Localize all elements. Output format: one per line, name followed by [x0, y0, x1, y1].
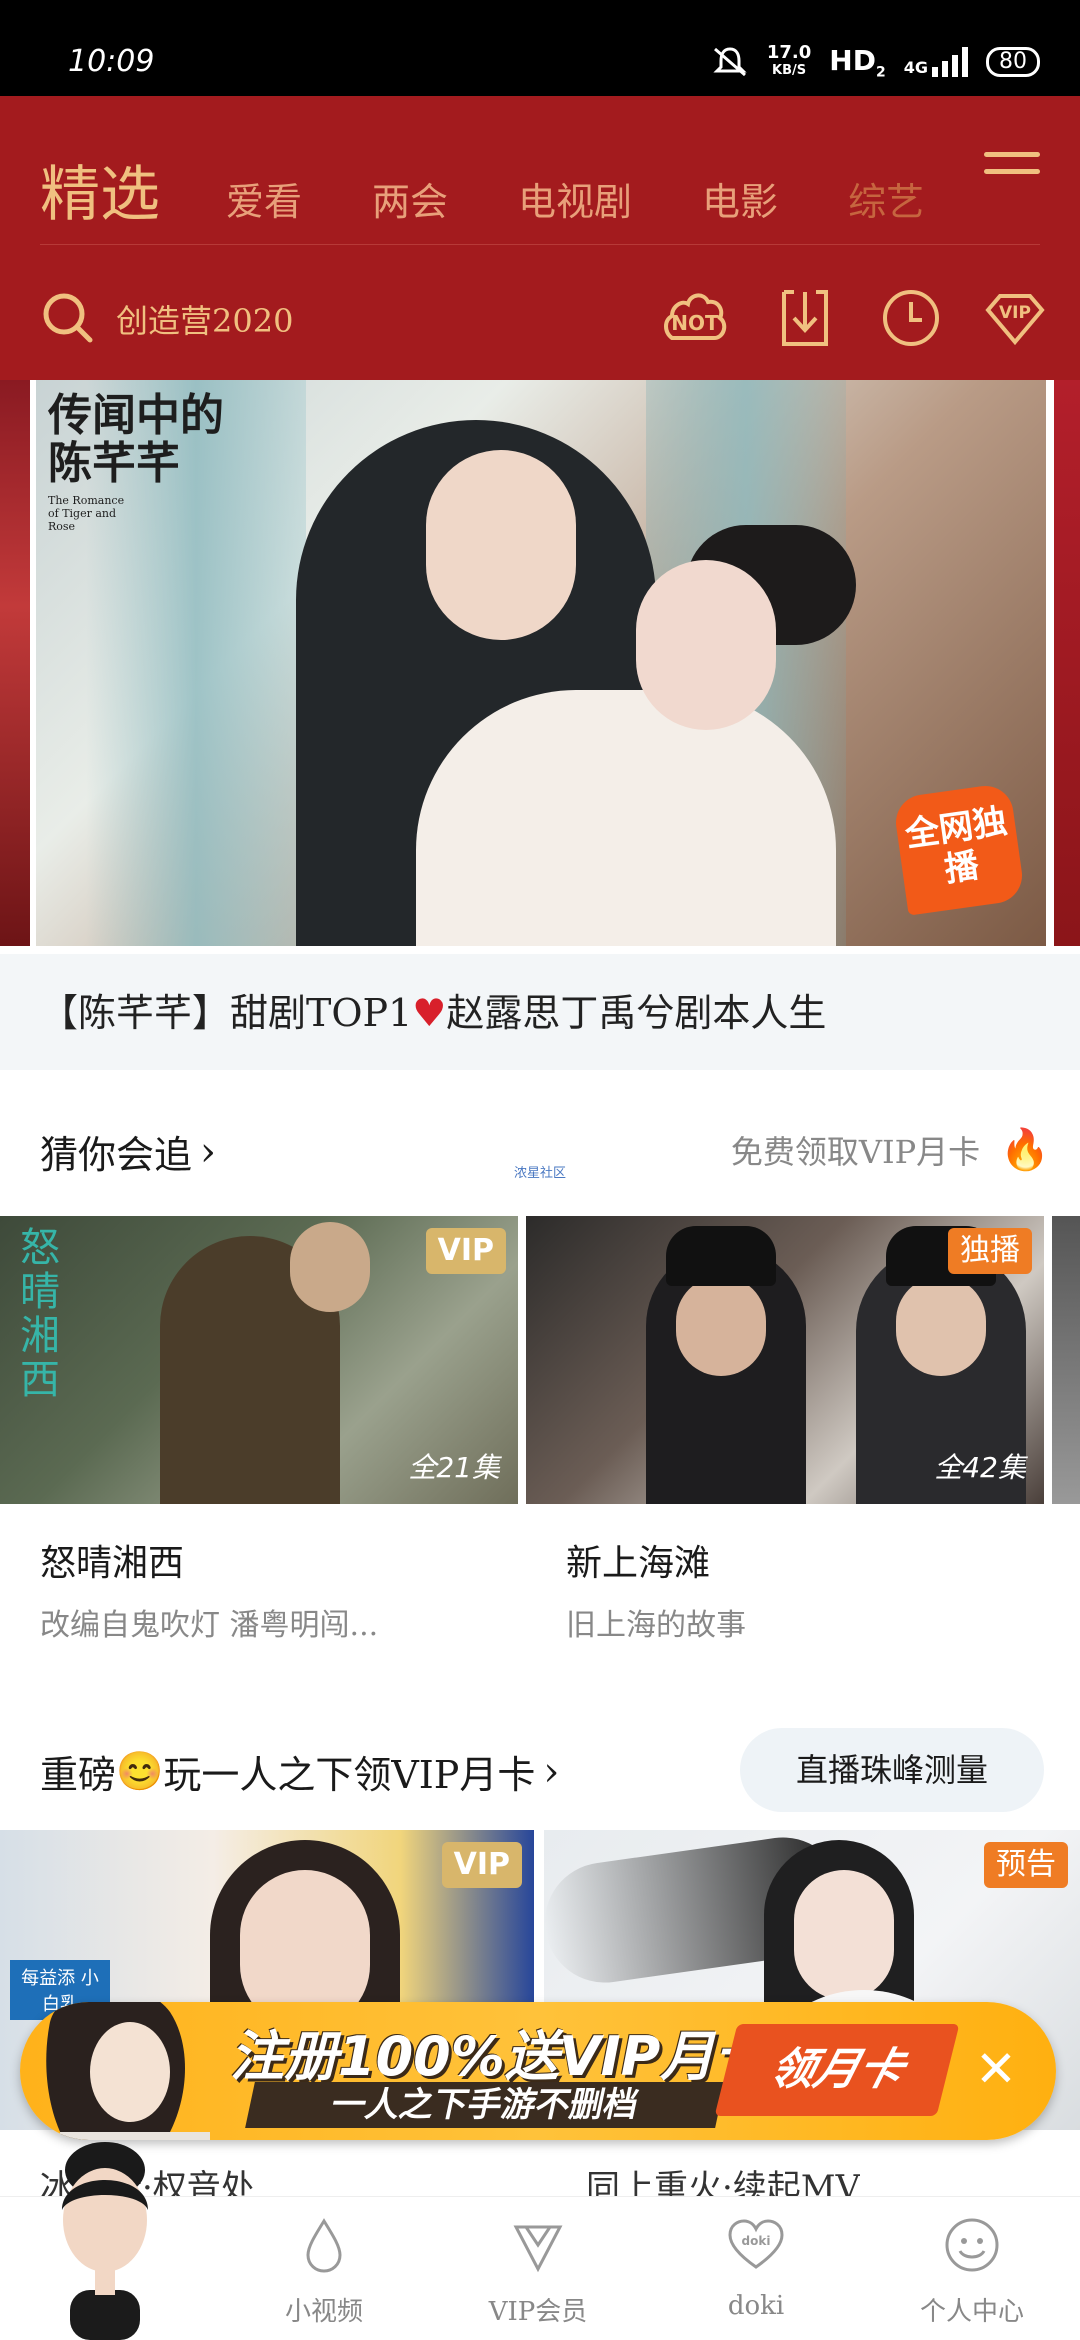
tab-profile[interactable]: 个人中心	[872, 2197, 1072, 2340]
net-speed: 17.0 KB/S	[767, 44, 811, 80]
hero-banner-image[interactable]: 传闻中的陈芊芊 The Romance of Tiger and Rose 全网…	[36, 380, 1046, 946]
section-recommend-label: 猜你会追	[40, 1133, 193, 1177]
signal-bars-icon	[932, 47, 968, 78]
hero-caption-suffix: 赵露思丁禹兮剧本人生	[446, 991, 827, 1035]
tab-variety[interactable]: 综艺	[848, 171, 924, 226]
hero-logo-subtitle: The Romance of Tiger and Rose	[48, 494, 125, 533]
history-clock-icon[interactable]	[876, 282, 946, 352]
section-featured-title[interactable]: 重磅 😊 玩一人之下领VIP月卡 ›	[40, 1744, 559, 1799]
section-recommend-title[interactable]: 猜你会追 ›	[40, 1124, 216, 1179]
search-icon	[43, 293, 93, 343]
hero-logo-title: 传闻中的陈芊芊	[48, 390, 224, 489]
video-thumbnail: 怒晴湘西 VIP 全21集	[0, 1216, 518, 1504]
claim-monthly-card-button[interactable]: 领月卡	[714, 2024, 960, 2116]
hero-caption[interactable]: 【陈芊芊】甜剧TOP1♥赵露思丁禹兮剧本人生	[0, 954, 1080, 1070]
hero-prev-peek[interactable]	[0, 380, 30, 946]
status-time: 10:09	[68, 44, 155, 79]
vip-badge: VIP	[441, 1842, 522, 1888]
watermark: 浓星社区	[514, 1166, 567, 1181]
next-card-peek[interactable]	[1052, 1216, 1080, 1504]
status-icons: 17.0 KB/S HD2 4G 80	[711, 44, 1040, 81]
hero-show-logo: 传闻中的陈芊芊 The Romance of Tiger and Rose	[48, 390, 248, 534]
tab-short-video[interactable]: 小视频	[224, 2197, 424, 2340]
net-speed-value: 17.0	[766, 42, 812, 64]
vip-badge-text: VIP	[999, 303, 1031, 323]
promo-subtitle: 一人之下手游不删档	[245, 2082, 725, 2128]
exclusive-badge: 独播	[948, 1228, 1032, 1274]
video-title[interactable]: 新上海滩	[566, 1534, 710, 1586]
hero-next-peek[interactable]	[1054, 380, 1080, 946]
status-bar: 10:09 17.0 KB/S HD2 4G 80	[0, 0, 1080, 96]
search-row: 创造营2020 NOT VIP	[40, 282, 1045, 352]
video-subtitle: 改编自鬼吹灯 潘粤明闯...	[40, 1608, 379, 1643]
flame-icon: 🔥	[1000, 1127, 1050, 1173]
video-subtitle: 旧上海的故事	[566, 1608, 746, 1643]
hot-icon[interactable]: NOT	[660, 282, 730, 352]
home-avatar-icon[interactable]	[40, 2140, 170, 2340]
tab-doki[interactable]: doki doki	[656, 2197, 856, 2340]
vip-badge: VIP	[425, 1228, 506, 1274]
tab-vip[interactable]: VIP会员	[438, 2197, 638, 2340]
hd-indicator: HD2	[829, 44, 885, 81]
hero-carousel[interactable]: 传闻中的陈芊芊 The Romance of Tiger and Rose 全网…	[0, 380, 1080, 952]
tab-tv-series[interactable]: 电视剧	[518, 171, 632, 226]
doki-icon-text: doki	[742, 2234, 771, 2248]
live-everest-button[interactable]: 直播珠峰测量	[740, 1728, 1044, 1812]
hot-badge-text: NOT	[671, 311, 719, 335]
exclusive-badge: 全网独播	[892, 782, 1026, 916]
free-vip-text: 免费领取VIP月卡	[730, 1132, 981, 1171]
network-type: 4G	[903, 58, 928, 78]
tab-label: VIP会员	[488, 2297, 588, 2327]
promo-banner[interactable]: 注册100%送VIP月卡 一人之下手游不删档 领月卡 ✕	[20, 2002, 1056, 2140]
tab-lianghui[interactable]: 两会	[372, 171, 448, 226]
tab-aikan[interactable]: 爱看	[226, 171, 302, 226]
video-title[interactable]: 怒晴湘西	[40, 1534, 184, 1586]
menu-icon[interactable]	[984, 152, 1040, 192]
preview-badge: 预告	[984, 1842, 1068, 1888]
battery-indicator: 80	[986, 47, 1040, 78]
download-icon[interactable]	[770, 282, 840, 352]
top-header: 精选 爱看 两会 电视剧 电影 综艺 创造营2020 NOT VIP	[0, 96, 1080, 380]
droplet-icon	[306, 2218, 342, 2273]
section-featured-suffix: 玩一人之下领VIP月卡	[163, 1753, 536, 1797]
episode-count: 全42集	[934, 1451, 1026, 1484]
tab-label: 小视频	[284, 2297, 363, 2327]
heart-icon: ♥	[412, 991, 447, 1035]
episode-count: 全21集	[408, 1451, 500, 1484]
signal-indicator: 4G	[903, 47, 968, 78]
search-bar[interactable]: 创造营2020	[40, 282, 560, 352]
tab-featured[interactable]: 精选	[40, 146, 160, 233]
channel-tabs: 精选 爱看 两会 电视剧 电影 综艺	[40, 146, 994, 233]
vip-diamond-icon[interactable]: VIP	[980, 282, 1050, 352]
header-divider	[40, 244, 1040, 245]
smile-emoji-icon: 😊	[116, 1749, 164, 1793]
anime-character-icon	[46, 2002, 210, 2140]
tab-label: doki	[727, 2291, 785, 2321]
hd-label: HD	[829, 44, 876, 77]
chevron-right-icon: ›	[200, 1128, 217, 1175]
tab-movies[interactable]: 电影	[702, 171, 778, 226]
search-query: 创造营2020	[116, 302, 294, 340]
mute-bell-icon	[713, 47, 747, 77]
hd-sub: 2	[875, 64, 886, 81]
free-vip-link[interactable]: 免费领取VIP月卡 🔥	[731, 1126, 1050, 1173]
vip-v-icon	[513, 2225, 563, 2273]
hero-caption-prefix: 【陈芊芊】甜剧TOP1	[40, 991, 413, 1035]
video-thumbnail: 独播 全42集	[526, 1216, 1044, 1504]
section-featured-prefix: 重磅	[40, 1753, 117, 1797]
video-title-peek[interactable]: 同上重火·续起MV	[586, 2160, 860, 2196]
chevron-right-icon: ›	[543, 1748, 560, 1795]
smiley-profile-icon	[945, 2218, 999, 2272]
net-speed-unit: KB/S	[772, 63, 807, 79]
promo-title: 注册100%送VIP月卡	[230, 2025, 769, 2088]
close-icon[interactable]: ✕	[966, 2034, 1026, 2104]
thumb-logo-text: 怒晴湘西	[20, 1225, 60, 1403]
hero-caption-text: 【陈芊芊】甜剧TOP1♥赵露思丁禹兮剧本人生	[40, 982, 826, 1037]
doki-heart-icon: doki	[728, 2219, 784, 2269]
tab-label: 个人中心	[919, 2297, 1024, 2327]
